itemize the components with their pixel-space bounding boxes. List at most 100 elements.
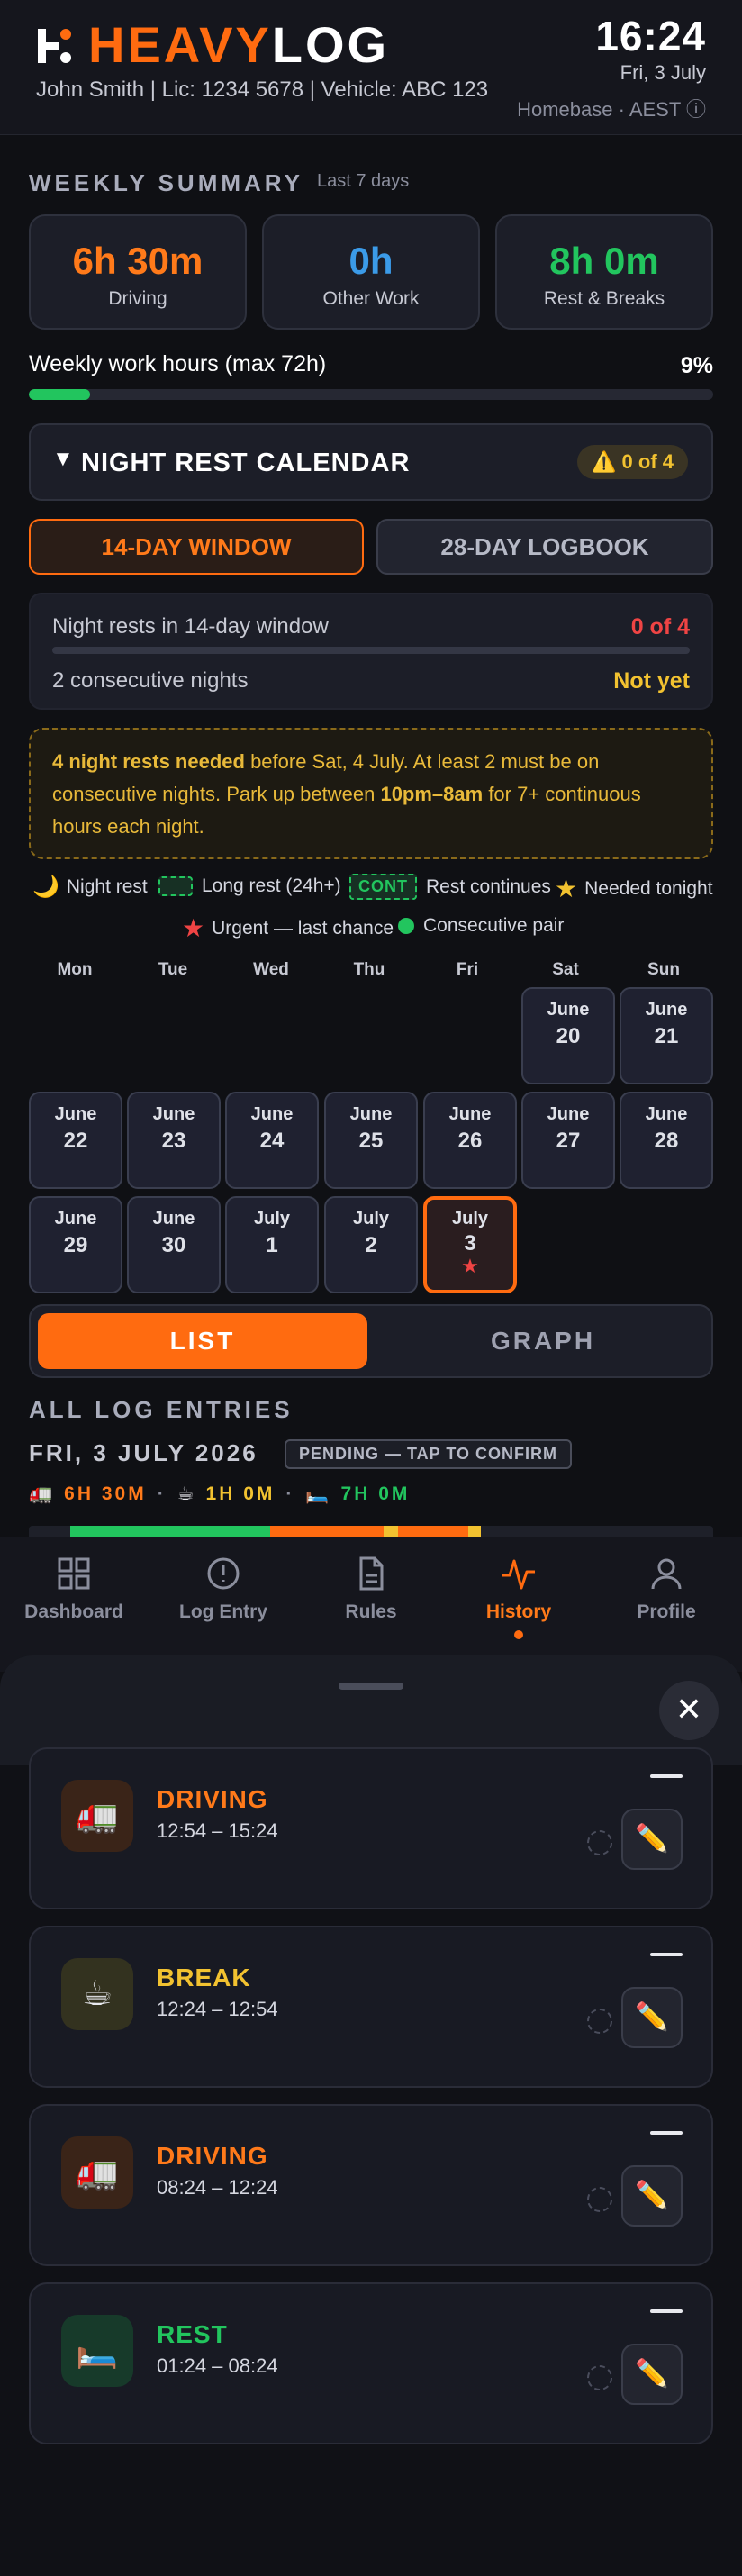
work-hours-label: Weekly work hours (max 72h) [29,351,327,376]
calendar-day[interactable]: June 29 [29,1196,122,1293]
calendar-day[interactable]: June 23 [127,1092,221,1189]
alert-window: 10pm–8am [380,783,484,805]
night-rest-header[interactable]: ▼ NIGHT REST CALENDAR ⚠️ 0 of 4 [29,423,713,501]
legend-pair: Consecutive pair [398,915,564,937]
edit-pencil-icon[interactable]: ✏️ [621,2165,683,2227]
nav-profile[interactable]: Profile [594,1556,738,1623]
log-entry-card[interactable]: ☕ BREAK 12:24 – 12:54 ✏️ [29,1926,713,2088]
list-view-button[interactable]: LIST [38,1313,367,1369]
daily-totals: 🚛 6H 30M · ☕ 1H 0M · 🛏️ 7H 0M [29,1483,410,1505]
truck-icon: 🚛 [29,1483,56,1504]
calendar-day[interactable]: June 26 [423,1092,517,1189]
day-number: 27 [556,1129,581,1153]
night-rest-title: NIGHT REST CALENDAR [81,449,411,477]
legend-cont-label: Rest continues [426,875,551,897]
day-number: 25 [358,1129,384,1153]
nav-dashboard[interactable]: Dashboard [2,1556,146,1623]
collapse-dash-icon[interactable] [650,2309,683,2313]
confirm-circle-icon[interactable] [587,2187,612,2212]
stat-rest-value: 8h 0m [549,240,659,282]
log-entry-card[interactable]: 🛏️ REST 01:24 – 08:24 ✏️ [29,2282,713,2444]
tab-28-day-logbook[interactable]: 28-DAY LOGBOOK [376,519,713,575]
calendar-day[interactable]: June 22 [29,1092,122,1189]
calendar-day[interactable]: June 28 [620,1092,713,1189]
break-total: 1H 0M [205,1483,276,1504]
legend-long-label: Long rest (24h+) [202,875,341,896]
day-number: 26 [457,1129,483,1153]
legend-long-rest: Long rest (24h+) [158,875,341,897]
graph-view-button[interactable]: GRAPH [378,1313,708,1369]
edit-pencil-icon[interactable]: ✏️ [621,1809,683,1870]
truck-icon: 🚛 [61,2136,133,2209]
nav-log-entry-label: Log Entry [179,1601,267,1622]
bottom-nav: Dashboard Log Entry Rules History Profil… [0,1537,742,1672]
tab-14-day-window[interactable]: 14-DAY WINDOW [29,519,364,575]
night-rests-bar [52,647,690,654]
coffee-icon: ☕ [61,1958,133,2030]
drive-total: 6H 30M [64,1483,147,1504]
day-number: 21 [654,1024,679,1048]
weekday-wed: Wed [253,960,289,979]
entry-type: BREAK [157,1964,251,1991]
timezone-info[interactable]: Homebase · AEST ⓘ [517,94,706,122]
work-hours-bar [29,389,713,400]
day-number: 30 [161,1233,186,1257]
night-rest-alert: 4 night rests needed before Sat, 4 July.… [29,728,713,859]
timeline-rest [70,1526,270,1537]
calendar-day[interactable]: June 21 [620,987,713,1084]
log-entry-card[interactable]: 🚛 DRIVING 08:24 – 12:24 ✏️ [29,2104,713,2266]
calendar-day[interactable]: June 24 [225,1092,319,1189]
work-hours-percent: 9% [680,353,713,378]
pending-confirm-button[interactable]: PENDING — TAP TO CONFIRM [285,1439,573,1469]
consecutive-nights-value: Not yet [613,668,690,694]
rest-total: 7H 0M [340,1483,411,1504]
day-month: June [54,1104,97,1124]
entry-time: 08:24 – 12:24 [157,2176,278,2199]
collapse-dash-icon[interactable] [650,1953,683,1956]
driver-info: John Smith | Lic: 1234 5678 | Vehicle: A… [36,77,489,102]
drag-handle[interactable] [339,1683,403,1690]
nav-log-entry[interactable]: Log Entry [151,1556,295,1623]
edit-pencil-icon[interactable]: ✏️ [621,1987,683,2048]
weekday-fri: Fri [456,960,479,979]
stat-other-work-value: 0h [348,240,394,282]
collapse-dash-icon[interactable] [650,2131,683,2135]
calendar-day[interactable]: June 25 [324,1092,418,1189]
calendar-day[interactable]: June 20 [521,987,615,1084]
confirm-circle-icon[interactable] [587,2365,612,2390]
confirm-circle-icon[interactable] [587,1830,612,1855]
day-number: 23 [161,1129,186,1153]
weekly-summary-subtitle: Last 7 days [317,171,410,191]
logo-icon [36,25,76,65]
log-entry-card[interactable]: 🚛 DRIVING 12:54 – 15:24 ✏️ [29,1747,713,1909]
entry-time: 12:54 – 15:24 [157,1819,278,1842]
calendar-day[interactable]: July 1 [225,1196,319,1293]
activity-icon [502,1559,535,1590]
calendar-day-today[interactable]: July 3 ★ [423,1196,517,1293]
day-month: June [152,1104,195,1124]
consecutive-nights-label: 2 consecutive nights [52,668,249,693]
star-urgent-icon: ★ [182,914,205,942]
confirm-circle-icon[interactable] [587,2009,612,2034]
timeline-marker [468,1526,481,1537]
edit-pencil-icon[interactable]: ✏️ [621,2344,683,2405]
day-month: June [448,1104,492,1124]
calendar-day[interactable]: June 30 [127,1196,221,1293]
weekday-mon: Mon [57,960,93,979]
close-icon[interactable]: ✕ [659,1681,719,1740]
weekday-tue: Tue [158,960,188,979]
collapse-dash-icon[interactable] [650,1774,683,1778]
clock: 16:24 Fri, 3 July Homebase · AEST ⓘ [517,13,706,122]
nav-history[interactable]: History [447,1556,591,1639]
calendar-day[interactable]: July 2 [324,1196,418,1293]
alert-needed: 4 night rests needed [52,750,245,773]
nav-rules[interactable]: Rules [299,1556,443,1623]
app-logo: HEAVYLOG [36,16,389,74]
calendar-day[interactable]: June 27 [521,1092,615,1189]
day-number: 24 [259,1129,285,1153]
view-toggle: LIST GRAPH [29,1304,713,1378]
user-icon [651,1558,682,1590]
stat-rest-label: Rest & Breaks [543,288,665,309]
day-month: June [645,1104,688,1124]
day-month: July [451,1209,489,1229]
